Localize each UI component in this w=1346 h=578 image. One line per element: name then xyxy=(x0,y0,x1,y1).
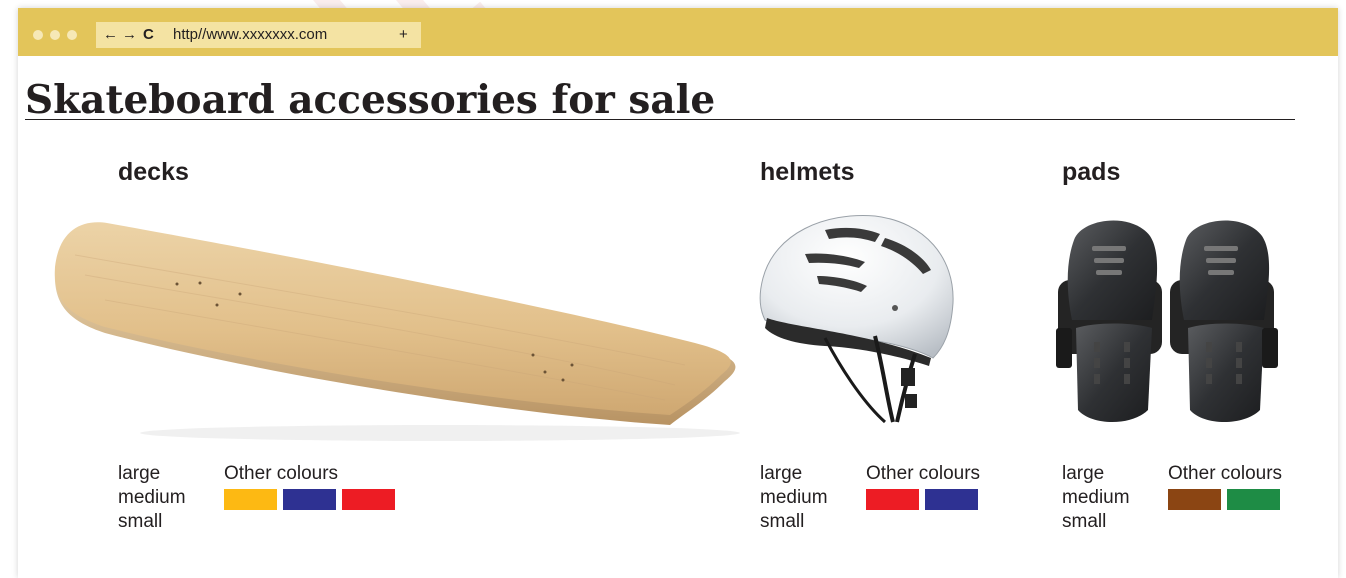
url-text[interactable]: http//www.xxxxxxx.com xyxy=(173,22,327,48)
category-title: decks xyxy=(118,158,189,186)
back-arrow-icon[interactable]: ← xyxy=(103,22,118,48)
size-option[interactable]: small xyxy=(118,510,186,534)
window-dot-minimize[interactable] xyxy=(50,30,60,40)
size-option[interactable]: medium xyxy=(760,486,828,510)
colour-swatch[interactable] xyxy=(925,489,978,510)
colour-swatch[interactable] xyxy=(224,489,277,510)
colour-swatch[interactable] xyxy=(866,489,919,510)
colour-swatch[interactable] xyxy=(283,489,336,510)
reload-icon[interactable]: C xyxy=(143,22,154,48)
size-option[interactable]: large xyxy=(1062,462,1130,486)
other-colours-label: Other colours xyxy=(1168,463,1283,484)
category-title: pads xyxy=(1062,158,1121,186)
knee-pads-image xyxy=(1056,220,1278,422)
size-option[interactable]: large xyxy=(760,462,828,486)
new-tab-button[interactable]: + xyxy=(399,22,408,48)
helmet-image xyxy=(759,215,954,424)
forward-arrow-icon[interactable]: → xyxy=(122,22,137,48)
address-tab[interactable]: ← → C http//www.xxxxxxx.com + xyxy=(96,22,421,48)
window-dot-maximize[interactable] xyxy=(67,30,77,40)
colour-swatch[interactable] xyxy=(342,489,395,510)
window-dot-close[interactable] xyxy=(33,30,43,40)
size-option[interactable]: small xyxy=(1062,510,1130,534)
other-colours-label: Other colours xyxy=(866,463,981,484)
skateboard-deck-image xyxy=(54,222,740,441)
size-list: large medium small xyxy=(760,462,828,534)
size-list: large medium small xyxy=(1062,462,1130,534)
size-option[interactable]: medium xyxy=(1062,486,1130,510)
browser-toolbar: ← → C http//www.xxxxxxx.com + xyxy=(18,8,1338,56)
size-option[interactable]: medium xyxy=(118,486,186,510)
size-option[interactable]: small xyxy=(760,510,828,534)
size-list: large medium small xyxy=(118,462,186,534)
category-title: helmets xyxy=(760,158,855,186)
colour-swatch[interactable] xyxy=(1227,489,1280,510)
page-title: Skateboard accessories for sale xyxy=(25,77,716,123)
other-colours-label: Other colours xyxy=(224,463,339,484)
size-option[interactable]: large xyxy=(118,462,186,486)
title-divider xyxy=(25,119,1295,120)
colour-swatch[interactable] xyxy=(1168,489,1221,510)
